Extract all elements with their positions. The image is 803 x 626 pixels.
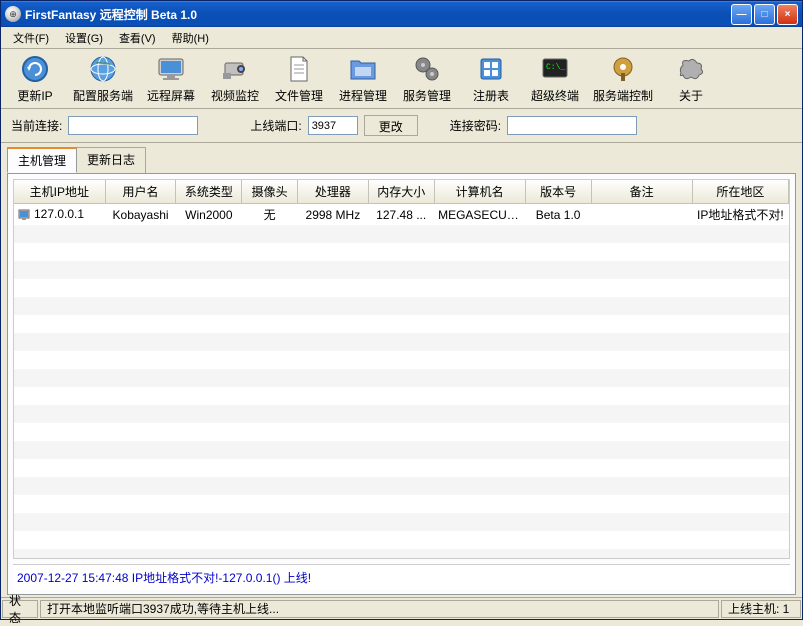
col-mem[interactable]: 内存大小 <box>368 180 434 204</box>
remote-screen-button[interactable]: 远程屏幕 <box>145 53 197 104</box>
cell-mem: 127.48 ... <box>368 204 434 226</box>
password-input[interactable] <box>507 116 637 135</box>
cell-camera: 无 <box>242 204 298 226</box>
col-computer[interactable]: 计算机名 <box>434 180 525 204</box>
process-manager-button[interactable]: 进程管理 <box>337 53 389 104</box>
col-os[interactable]: 系统类型 <box>176 180 242 204</box>
menu-settings[interactable]: 设置(G) <box>57 28 111 48</box>
cell-ip: 127.0.0.1 <box>34 207 84 221</box>
refresh-ip-label: 更新IP <box>17 87 52 104</box>
service-manager-label: 服务管理 <box>403 87 451 104</box>
table-header-row: 主机IP地址 用户名 系统类型 摄像头 处理器 内存大小 计算机名 版本号 备注… <box>14 180 789 204</box>
host-table: 主机IP地址 用户名 系统类型 摄像头 处理器 内存大小 计算机名 版本号 备注… <box>14 180 789 559</box>
cell-location: IP地址格式不对! <box>692 204 788 226</box>
status-online: 上线主机: 1 <box>721 600 801 618</box>
toolbar: 更新IP 配置服务端 远程屏幕 视频监控 文件管理 进程管理 服务管理 注册表 … <box>1 49 802 109</box>
video-monitor-label: 视频监控 <box>211 87 259 104</box>
cell-note <box>591 204 692 226</box>
host-icon <box>18 208 32 222</box>
port-label: 上线端口: <box>250 117 301 134</box>
col-location[interactable]: 所在地区 <box>692 180 788 204</box>
log-line: 2007-12-27 15:47:48 IP地址格式不对!-127.0.0.1(… <box>17 571 311 585</box>
tab-host-management[interactable]: 主机管理 <box>7 147 77 173</box>
file-icon <box>283 53 315 85</box>
globe-icon <box>87 53 119 85</box>
process-manager-label: 进程管理 <box>339 87 387 104</box>
menu-bar: 文件(F) 设置(G) 查看(V) 帮助(H) <box>1 27 802 49</box>
minimize-button[interactable]: — <box>731 4 752 25</box>
super-terminal-label: 超级终端 <box>531 87 579 104</box>
registry-label: 注册表 <box>473 87 509 104</box>
menu-help[interactable]: 帮助(H) <box>164 28 217 48</box>
window-controls: — □ × <box>731 4 798 25</box>
host-table-container: 主机IP地址 用户名 系统类型 摄像头 处理器 内存大小 计算机名 版本号 备注… <box>13 179 790 559</box>
control-bar: 当前连接: 上线端口: 更改 连接密码: <box>1 109 802 143</box>
cell-computer: MEGASECUR... <box>434 204 525 226</box>
title-bar: ⊕ FirstFantasy 远程控制 Beta 1.0 — □ × <box>1 1 802 27</box>
tab-update-log[interactable]: 更新日志 <box>76 147 146 173</box>
table-row[interactable]: 127.0.0.1 Kobayashi Win2000 无 2998 MHz 1… <box>14 204 789 226</box>
col-note[interactable]: 备注 <box>591 180 692 204</box>
folder-process-icon <box>347 53 379 85</box>
camera-icon <box>219 53 251 85</box>
menu-file[interactable]: 文件(F) <box>5 28 57 48</box>
terminal-icon: C:\_ <box>539 53 571 85</box>
cell-os: Win2000 <box>176 204 242 226</box>
tab-strip: 主机管理 更新日志 <box>1 143 802 173</box>
log-area: 2007-12-27 15:47:48 IP地址格式不对!-127.0.0.1(… <box>13 564 790 590</box>
status-text: 打开本地监听端口3937成功,等待主机上线... <box>40 600 719 618</box>
file-manager-label: 文件管理 <box>275 87 323 104</box>
video-monitor-button[interactable]: 视频监控 <box>209 53 261 104</box>
svg-text:C:\_: C:\_ <box>546 63 565 72</box>
window-title: FirstFantasy 远程控制 Beta 1.0 <box>25 6 731 23</box>
about-button[interactable]: 关于 <box>665 53 717 104</box>
menu-view[interactable]: 查看(V) <box>111 28 164 48</box>
close-button[interactable]: × <box>777 4 798 25</box>
port-input[interactable] <box>308 116 358 135</box>
cell-version: Beta 1.0 <box>525 204 591 226</box>
monitor-icon <box>155 53 187 85</box>
server-control-icon <box>607 53 639 85</box>
status-label: 状态 <box>2 600 38 618</box>
config-server-label: 配置服务端 <box>73 87 133 104</box>
about-icon <box>675 53 707 85</box>
remote-screen-label: 远程屏幕 <box>147 87 195 104</box>
refresh-ip-button[interactable]: 更新IP <box>9 53 61 104</box>
server-control-label: 服务端控制 <box>593 87 653 104</box>
registry-icon <box>475 53 507 85</box>
status-bar: 状态 打开本地监听端口3937成功,等待主机上线... 上线主机: 1 <box>1 597 802 619</box>
content-panel: 主机IP地址 用户名 系统类型 摄像头 处理器 内存大小 计算机名 版本号 备注… <box>7 173 796 595</box>
refresh-icon <box>19 53 51 85</box>
maximize-button[interactable]: □ <box>754 4 775 25</box>
change-button[interactable]: 更改 <box>364 115 418 136</box>
col-camera[interactable]: 摄像头 <box>242 180 298 204</box>
service-manager-button[interactable]: 服务管理 <box>401 53 453 104</box>
app-icon: ⊕ <box>5 6 21 22</box>
current-conn-label: 当前连接: <box>11 117 62 134</box>
col-cpu[interactable]: 处理器 <box>297 180 368 204</box>
about-label: 关于 <box>679 87 703 104</box>
file-manager-button[interactable]: 文件管理 <box>273 53 325 104</box>
current-conn-input[interactable] <box>68 116 198 135</box>
registry-button[interactable]: 注册表 <box>465 53 517 104</box>
cell-cpu: 2998 MHz <box>297 204 368 226</box>
cell-user: Kobayashi <box>105 204 176 226</box>
password-label: 连接密码: <box>450 117 501 134</box>
config-server-button[interactable]: 配置服务端 <box>73 53 133 104</box>
col-ip[interactable]: 主机IP地址 <box>14 180 105 204</box>
server-control-button[interactable]: 服务端控制 <box>593 53 653 104</box>
col-version[interactable]: 版本号 <box>525 180 591 204</box>
col-user[interactable]: 用户名 <box>105 180 176 204</box>
gears-icon <box>411 53 443 85</box>
super-terminal-button[interactable]: C:\_ 超级终端 <box>529 53 581 104</box>
